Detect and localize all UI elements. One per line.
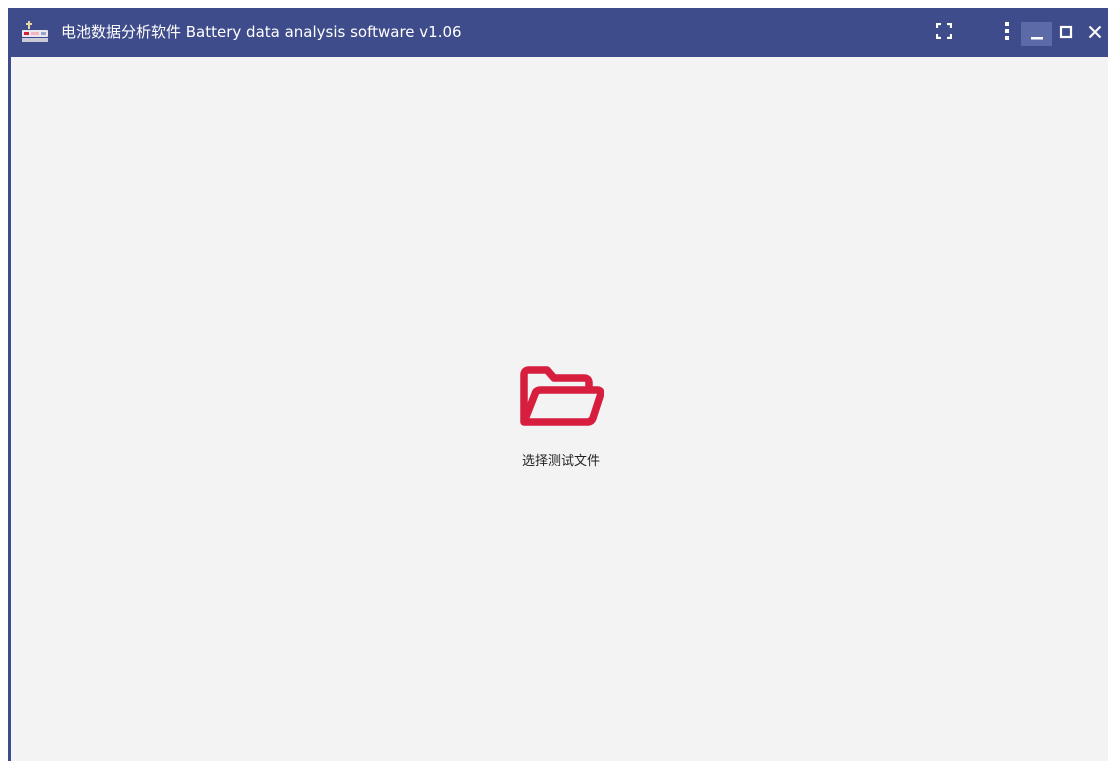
title-bar[interactable]: 电池数据分析软件 Battery data analysis software … [8,8,1108,57]
folder-open-icon[interactable] [518,365,605,429]
app-window: 电池数据分析软件 Battery data analysis software … [8,8,1108,761]
window-title: 电池数据分析软件 Battery data analysis software … [61,23,462,41]
fullscreen-icon [935,22,953,43]
minimize-icon [1030,25,1044,44]
fullscreen-button[interactable] [932,21,956,45]
select-test-file-button[interactable]: 选择测试文件 [461,357,661,471]
minimize-button[interactable] [1021,22,1052,46]
select-test-file-label: 选择测试文件 [521,454,600,469]
more-vertical-icon [1004,21,1010,45]
more-menu-button[interactable] [995,21,1019,45]
main-content: 选择测试文件 [8,57,1108,761]
battery-app-icon [21,20,49,44]
close-icon [1088,24,1102,43]
close-button[interactable] [1083,21,1107,45]
maximize-icon [1059,24,1073,43]
maximize-button[interactable] [1054,21,1078,45]
